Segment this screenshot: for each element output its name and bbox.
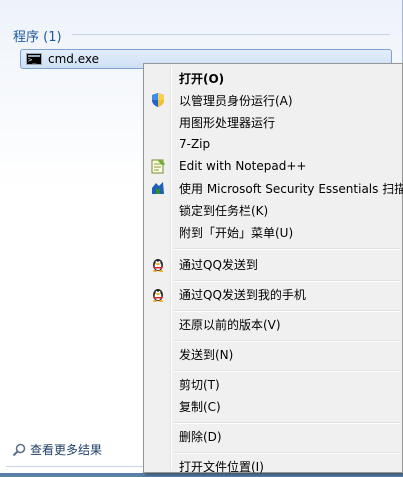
search-icon <box>12 443 26 456</box>
mse-icon <box>152 182 164 194</box>
see-more-results-link[interactable]: 查看更多结果 <box>12 441 102 458</box>
menu-item-label: 用图形处理器运行 <box>179 115 276 130</box>
menu-item-copy[interactable]: 复制(C) <box>146 395 402 417</box>
menu-item-open[interactable]: 打开(O) <box>146 67 402 89</box>
cmd-icon <box>26 53 42 65</box>
qq-penguin-icon <box>153 259 163 272</box>
menu-item-restore-previous[interactable]: 还原以前的版本(V) <box>146 313 402 335</box>
menu-separator <box>174 248 400 250</box>
menu-item-label: Edit with Notepad++ <box>179 159 307 173</box>
menu-item-pin-taskbar[interactable]: 锁定到任务栏(K) <box>146 199 402 221</box>
context-menu: 打开(O) 以管理员身份运行(A) 用图形处理器运行 7-Zip Edit wi… <box>143 63 403 474</box>
menu-item-cut[interactable]: 剪切(T) <box>146 373 402 395</box>
menu-item-label: 剪切(T) <box>179 377 220 392</box>
menu-item-label: 还原以前的版本(V) <box>179 317 281 332</box>
menu-separator <box>174 280 400 282</box>
menu-item-delete[interactable]: 删除(D) <box>146 425 402 447</box>
menu-item-send-to[interactable]: 发送到(N) <box>146 343 402 365</box>
menu-item-label: 7-Zip <box>179 137 211 151</box>
menu-separator <box>174 452 400 454</box>
menu-separator <box>174 422 400 424</box>
menu-item-label: 以管理员身份运行(A) <box>179 93 293 108</box>
menu-item-label: 复制(C) <box>179 399 221 414</box>
menu-separator <box>174 340 400 342</box>
section-divider <box>72 34 390 35</box>
menu-item-label: 发送到(N) <box>179 347 234 362</box>
menu-item-label: 锁定到任务栏(K) <box>179 203 269 218</box>
menu-separator <box>174 370 400 372</box>
menu-item-run-as-admin[interactable]: 以管理员身份运行(A) <box>146 89 402 111</box>
menu-item-label: 打开(O) <box>179 71 225 86</box>
menu-item-gpu-run[interactable]: 用图形处理器运行 <box>146 111 402 133</box>
menu-item-edit-notepadpp[interactable]: Edit with Notepad++ <box>146 155 402 177</box>
menu-item-open-file-location[interactable]: 打开文件位置(I) <box>146 455 402 477</box>
menu-item-label: 使用 Microsoft Security Essentials 扫描... <box>179 181 403 196</box>
menu-item-label: 通过QQ发送到我的手机 <box>179 287 306 302</box>
menu-item-qq-send-phone[interactable]: 通过QQ发送到我的手机 <box>146 283 402 305</box>
menu-item-qq-send[interactable]: 通过QQ发送到 <box>146 253 402 275</box>
menu-item-mse-scan[interactable]: 使用 Microsoft Security Essentials 扫描... <box>146 177 403 199</box>
search-result-label: cmd.exe <box>48 52 100 66</box>
menu-item-label: 打开文件位置(I) <box>179 459 264 474</box>
menu-item-pin-start[interactable]: 附到「开始」菜单(U) <box>146 221 402 243</box>
uac-shield-icon <box>152 93 164 107</box>
menu-item-label: 附到「开始」菜单(U) <box>179 225 294 240</box>
menu-item-7zip[interactable]: 7-Zip <box>146 133 402 155</box>
programs-section-header: 程序 (1) <box>13 30 62 45</box>
see-more-results-label: 查看更多结果 <box>30 443 103 457</box>
menu-item-label: 删除(D) <box>179 429 222 444</box>
menu-separator <box>174 310 400 312</box>
notepad-plus-plus-icon <box>151 159 165 174</box>
menu-item-label: 通过QQ发送到 <box>179 257 258 272</box>
qq-penguin-icon <box>153 289 163 302</box>
